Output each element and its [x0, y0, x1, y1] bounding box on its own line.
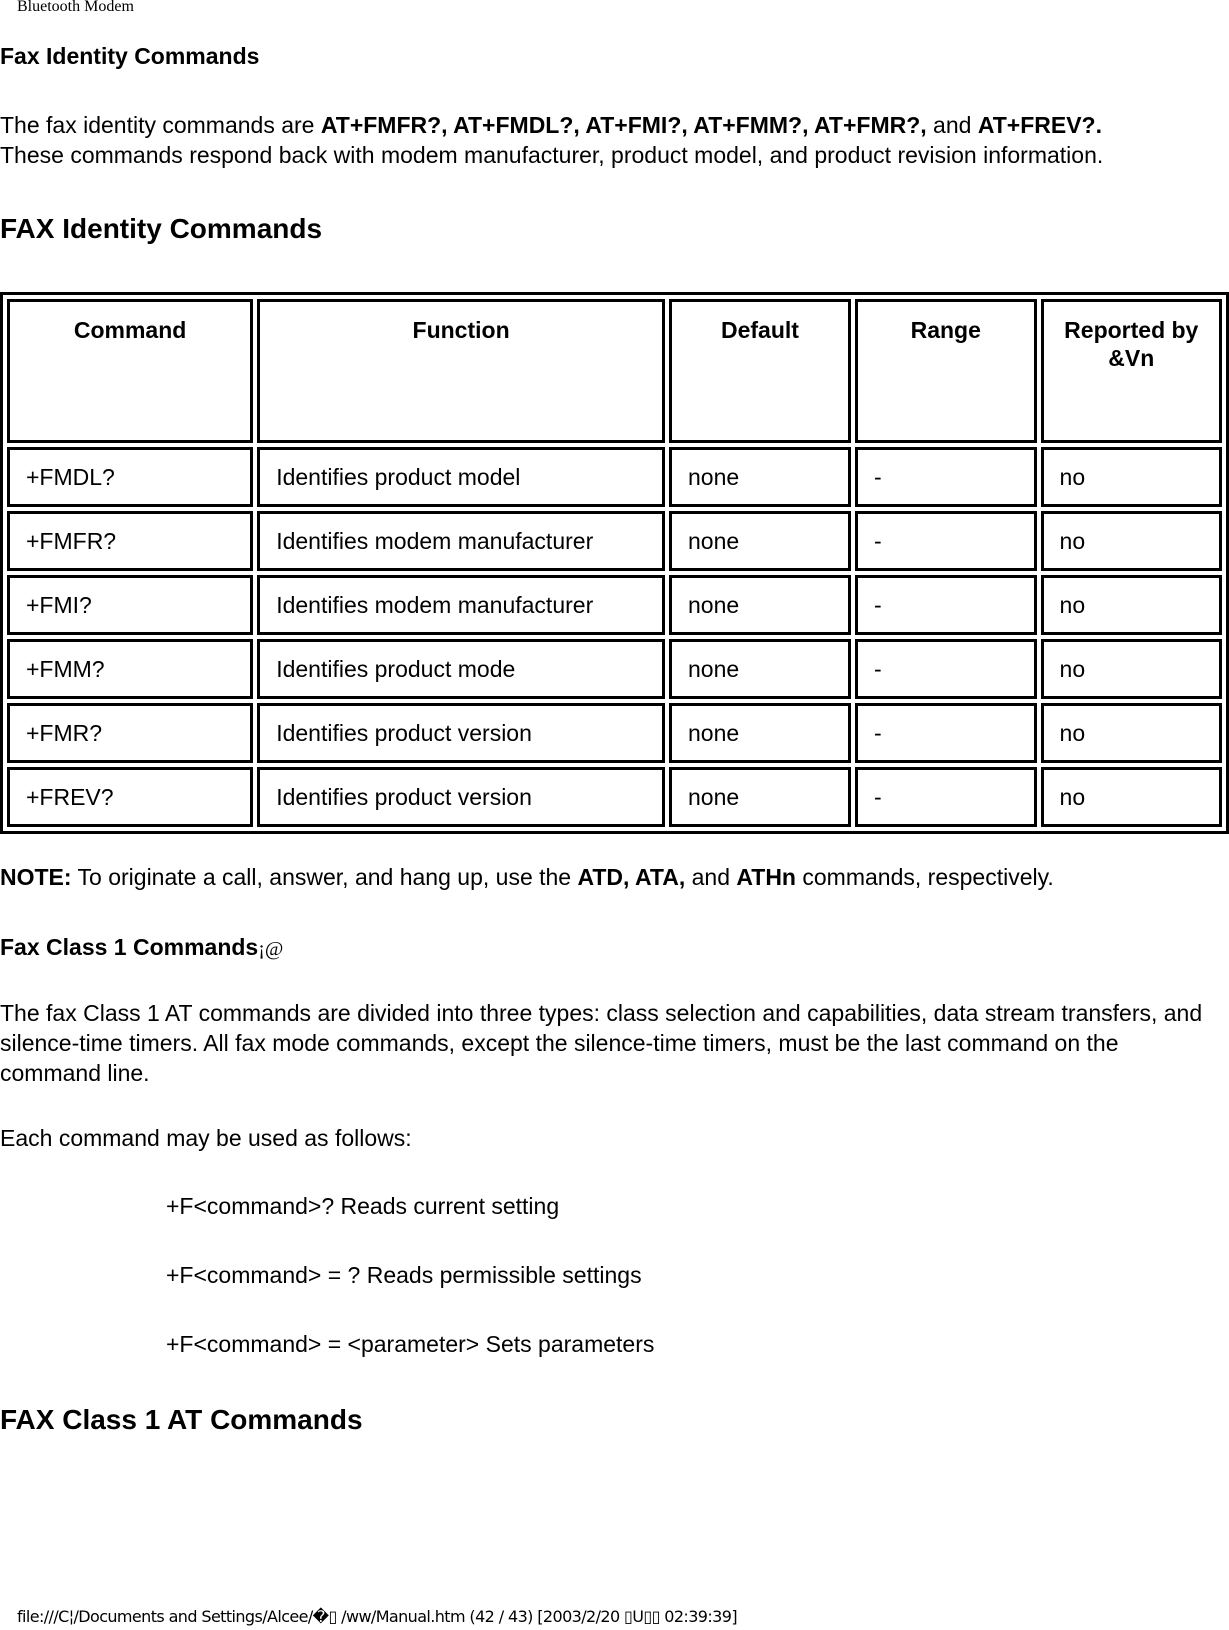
- cell-command: +FMFR?: [7, 511, 254, 571]
- note-bold-last: ATHn: [736, 864, 796, 890]
- footer-file-path: file:///C¦/Documents and Settings/Alcee/…: [17, 1607, 738, 1626]
- cell-range: -: [854, 575, 1037, 635]
- note-bold-commands: ATD, ATA,: [577, 864, 686, 890]
- table-row: +FMDL? Identifies product model none - n…: [7, 447, 1222, 507]
- note-and: and: [685, 864, 737, 890]
- cell-default: none: [668, 639, 851, 699]
- cell-range: -: [854, 447, 1037, 507]
- header-reported-by: Reported by &Vn: [1040, 299, 1222, 443]
- cell-range: -: [854, 511, 1037, 571]
- table-row: +FMI? Identifies modem manufacturer none…: [7, 575, 1222, 635]
- heading-text: Fax Class 1 Commands: [0, 934, 259, 960]
- cell-command: +FREV?: [7, 767, 254, 827]
- class1-paragraph: The fax Class 1 AT commands are divided …: [0, 1000, 1203, 1086]
- cell-function: Identifies product model: [257, 447, 665, 507]
- cell-range: -: [854, 703, 1037, 763]
- cell-reported: no: [1040, 639, 1222, 699]
- fax-identity-table: Command Function Default Range Reported …: [0, 292, 1229, 834]
- intro-prefix: The fax identity commands are: [0, 112, 321, 138]
- cell-reported: no: [1040, 447, 1222, 507]
- cell-function: Identifies product version: [257, 767, 665, 827]
- cell-reported: no: [1040, 703, 1222, 763]
- running-header: Bluetooth Modem: [17, 0, 134, 15]
- cell-range: -: [854, 767, 1037, 827]
- note-label: NOTE:: [0, 864, 72, 890]
- usage-line-read: +F<command>? Reads current setting: [166, 1193, 560, 1219]
- heading-suffix: ¡@: [258, 938, 284, 960]
- cell-function: Identifies modem manufacturer: [257, 575, 665, 635]
- intro-and: and: [926, 112, 978, 138]
- intro-line2: These commands respond back with modem m…: [0, 142, 1104, 168]
- note-text2: commands, respectively.: [796, 864, 1054, 890]
- cell-range: -: [854, 639, 1037, 699]
- header-command: Command: [7, 299, 254, 443]
- table-row: +FREV? Identifies product version none -…: [7, 767, 1222, 827]
- cell-default: none: [668, 575, 851, 635]
- header-default: Default: [668, 299, 851, 443]
- section-heading-fax-class1: Fax Class 1 Commands¡@: [0, 934, 283, 962]
- intro-last-command: AT+FREV?.: [977, 112, 1102, 138]
- section-heading-fax-identity: Fax Identity Commands: [0, 43, 260, 69]
- table-row: +FMM? Identifies product mode none - no: [7, 639, 1222, 699]
- cell-default: none: [668, 447, 851, 507]
- table-row: +FMR? Identifies product version none - …: [7, 703, 1222, 763]
- usage-line-permissible: +F<command> = ? Reads permissible settin…: [166, 1262, 642, 1288]
- usage-intro: Each command may be used as follows:: [0, 1125, 412, 1151]
- cell-command: +FMM?: [7, 639, 254, 699]
- cell-command: +FMDL?: [7, 447, 254, 507]
- cell-default: none: [668, 767, 851, 827]
- intro-commands: AT+FMFR?, AT+FMDL?, AT+FMI?, AT+FMM?, AT…: [320, 112, 927, 138]
- table-title-fax-class1: FAX Class 1 AT Commands: [0, 1404, 363, 1435]
- cell-function: Identifies product mode: [257, 639, 665, 699]
- table-row: +FMFR? Identifies modem manufacturer non…: [7, 511, 1222, 571]
- cell-command: +FMR?: [7, 703, 254, 763]
- cell-reported: no: [1040, 575, 1222, 635]
- table-header-row: Command Function Default Range Reported …: [7, 299, 1222, 443]
- cell-reported: no: [1040, 767, 1222, 827]
- table-title-fax-identity: FAX Identity Commands: [0, 213, 323, 244]
- cell-reported: no: [1040, 511, 1222, 571]
- intro-paragraph: The fax identity commands are AT+FMFR?, …: [0, 110, 1215, 170]
- note-text1: To originate a call, answer, and hang up…: [71, 864, 578, 890]
- cell-function: Identifies modem manufacturer: [257, 511, 665, 571]
- note-paragraph: NOTE: To originate a call, answer, and h…: [0, 862, 1215, 892]
- cell-default: none: [668, 511, 851, 571]
- header-range: Range: [854, 299, 1037, 443]
- cell-command: +FMI?: [7, 575, 254, 635]
- header-function: Function: [257, 299, 665, 443]
- cell-function: Identifies product version: [257, 703, 665, 763]
- usage-line-set: +F<command> = <parameter> Sets parameter…: [166, 1331, 655, 1357]
- cell-default: none: [668, 703, 851, 763]
